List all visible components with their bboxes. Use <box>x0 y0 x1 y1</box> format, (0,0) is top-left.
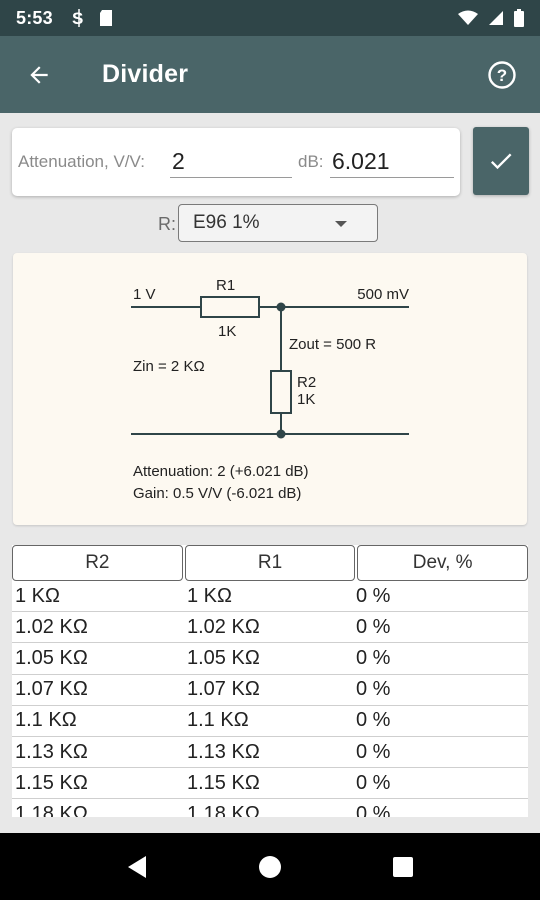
column-header-r1[interactable]: R1 <box>184 545 356 581</box>
gain-result: Gain: 0.5 V/V (-6.021 dB) <box>133 485 301 502</box>
checkmark-icon <box>490 153 512 170</box>
confirm-button[interactable] <box>473 127 529 195</box>
cell-r2: 1.1 KΩ <box>15 709 77 732</box>
arrow-left-icon <box>30 65 48 84</box>
cell-dev: 0 % <box>356 678 391 701</box>
table-row[interactable]: 1.07 KΩ 1.07 KΩ 0 % <box>12 675 528 706</box>
cell-r2: 1.15 KΩ <box>15 771 88 794</box>
cell-r1: 1.18 KΩ <box>187 802 260 817</box>
r2-name: R2 <box>297 374 316 391</box>
attenuation-label: Attenuation, V/V: <box>18 152 145 171</box>
cell-dev: 0 % <box>356 709 391 732</box>
cell-dev: 0 % <box>356 584 391 607</box>
cell-r1: 1.02 KΩ <box>187 615 260 638</box>
table-row[interactable]: 1.13 KΩ 1.13 KΩ 0 % <box>12 737 528 769</box>
db-input[interactable] <box>330 146 454 178</box>
cell-r1: 1.13 KΩ <box>187 740 260 763</box>
junction-bottom <box>276 429 286 439</box>
cell-r2: 1.02 KΩ <box>15 615 88 638</box>
db-label: dB: <box>298 152 324 171</box>
dropdown-arrow-icon <box>335 221 347 227</box>
svg-text:?: ? <box>497 66 507 85</box>
table-row[interactable]: 1.15 KΩ 1.15 KΩ 0 % <box>12 768 528 800</box>
table-row[interactable]: 1.1 KΩ 1.1 KΩ 0 % <box>12 706 528 737</box>
circle-home-icon <box>258 855 281 878</box>
cell-r2: 1.13 KΩ <box>15 740 88 763</box>
resistor-r2 <box>270 370 292 414</box>
r2-value: 1K <box>297 391 315 408</box>
triangle-back-icon <box>127 855 146 878</box>
series-selected-value: E96 1% <box>193 212 260 233</box>
cell-dev: 0 % <box>356 740 391 763</box>
r1-value: 1K <box>218 323 236 340</box>
status-notification-icons: S <box>71 8 113 28</box>
attenuation-result: Attenuation: 2 (+6.021 dB) <box>133 463 309 480</box>
battery-icon <box>514 9 524 27</box>
table-header: R2 R1 Dev, % <box>12 545 528 581</box>
vin-label: 1 V <box>133 286 156 303</box>
circuit-diagram: 1 V R1 1K 500 mV Zout = 500 R Zin = 2 KΩ… <box>131 277 409 502</box>
question-circle-icon: ? <box>488 60 516 89</box>
cell-r2: 1.18 KΩ <box>15 802 88 817</box>
cell-dev: 0 % <box>356 615 391 638</box>
svg-text:S: S <box>72 9 83 28</box>
system-nav-bar <box>0 833 540 900</box>
cell-r1: 1.07 KΩ <box>187 678 260 701</box>
attenuation-card: Attenuation, V/V: dB: <box>12 128 460 196</box>
cell-dev: 0 % <box>356 646 391 669</box>
wifi-icon <box>458 10 478 25</box>
nav-back-button[interactable] <box>107 837 167 897</box>
cell-r2: 1 KΩ <box>15 584 60 607</box>
page-title: Divider <box>102 60 189 88</box>
zout-label: Zout = 500 R <box>289 336 376 353</box>
status-time: 5:53 <box>16 7 53 28</box>
table-row[interactable]: 1.02 KΩ 1.02 KΩ 0 % <box>12 612 528 644</box>
cell-dev: 0 % <box>356 771 391 794</box>
circuit-diagram-card: 1 V R1 1K 500 mV Zout = 500 R Zin = 2 KΩ… <box>13 253 527 525</box>
square-recents-icon <box>393 856 414 877</box>
table-row[interactable]: 1 KΩ 1 KΩ 0 % <box>12 581 528 613</box>
cell-r1: 1.05 KΩ <box>187 646 260 669</box>
nav-recents-button[interactable] <box>373 837 433 897</box>
attenuation-input[interactable] <box>170 146 292 178</box>
zin-label: Zin = 2 KΩ <box>133 358 205 375</box>
sync-icon: S <box>72 9 83 28</box>
status-system-icons <box>458 9 524 27</box>
help-button[interactable]: ? <box>482 55 522 95</box>
cell-r2: 1.07 KΩ <box>15 678 88 701</box>
r1-name: R1 <box>216 277 235 294</box>
cell-r1: 1.15 KΩ <box>187 771 260 794</box>
column-header-dev[interactable]: Dev, % <box>357 545 528 581</box>
sim-card-icon <box>99 10 112 26</box>
results-table[interactable]: R2 R1 Dev, % 1 KΩ 1 KΩ 0 % 1.02 KΩ 1.02 … <box>12 545 528 817</box>
series-dropdown[interactable]: E96 1% <box>178 204 378 242</box>
cell-r1: 1.1 KΩ <box>187 709 249 732</box>
app-bar: Divider ? <box>0 36 540 113</box>
table-row[interactable]: 1.05 KΩ 1.05 KΩ 0 % <box>12 643 528 675</box>
nav-home-button[interactable] <box>240 837 300 897</box>
resistor-r1 <box>200 296 260 318</box>
cell-dev: 0 % <box>356 802 391 817</box>
series-label: R: <box>158 214 176 234</box>
cell-r1: 1 KΩ <box>187 584 232 607</box>
signal-icon <box>489 11 503 25</box>
vout-label: 500 mV <box>357 286 409 303</box>
column-header-r2[interactable]: R2 <box>12 545 183 581</box>
back-button[interactable] <box>4 36 74 113</box>
cell-r2: 1.05 KΩ <box>15 646 88 669</box>
table-row[interactable]: 1.18 KΩ 1.18 KΩ 0 % <box>12 799 528 817</box>
status-bar: 5:53 S <box>0 0 540 36</box>
